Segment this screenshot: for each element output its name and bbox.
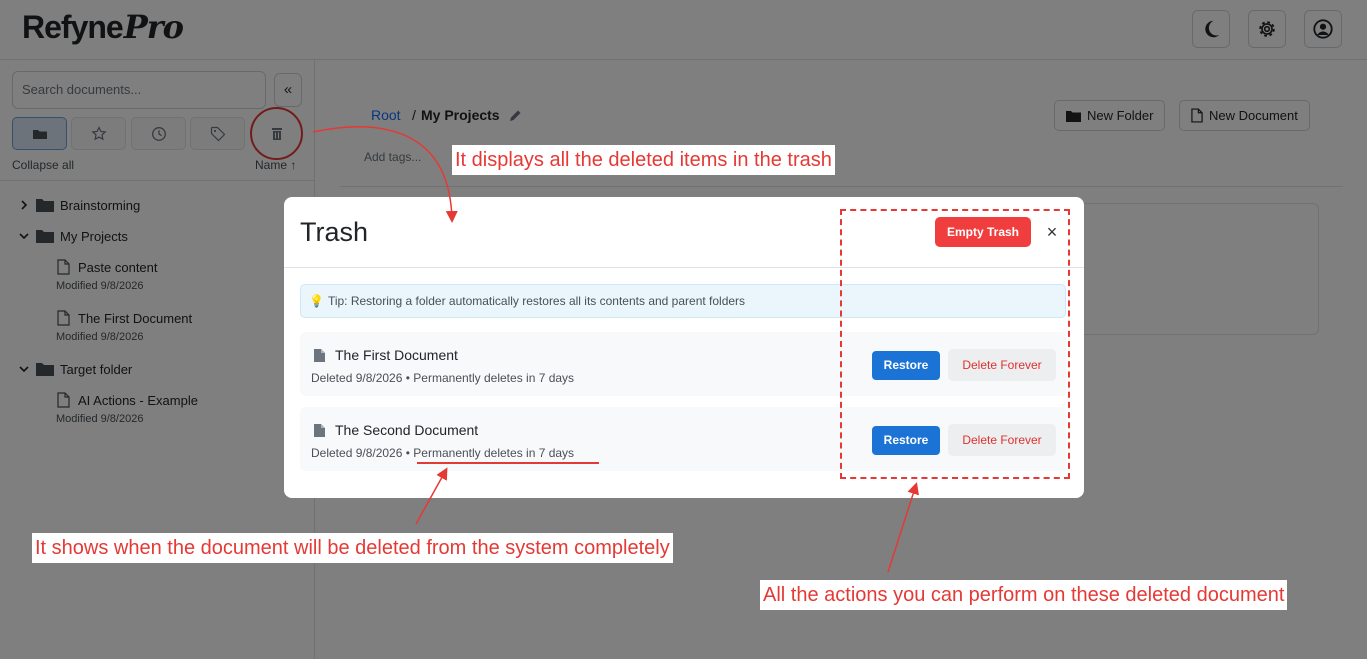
trash-callout: It displays all the deleted items in the… [452, 145, 835, 175]
lightbulb-icon: 💡 [309, 294, 324, 308]
retention-text: Permanently deletes in 7 days [413, 371, 575, 385]
deletion-callout: It shows when the document will be delet… [32, 533, 673, 563]
actions-callout: All the actions you can perform on these… [760, 580, 1288, 610]
app-window: RefynePro Search documents... « [0, 0, 1367, 659]
trash-item-meta: Deleted 9/8/2026 • Permanently deletes i… [311, 446, 574, 460]
document-icon [314, 424, 325, 437]
trash-item-title: The First Document [335, 347, 458, 363]
retention-underline [417, 462, 599, 464]
modal-title: Trash [300, 217, 369, 247]
deleted-date: Deleted 9/8/2026 [311, 446, 403, 460]
deleted-date: Deleted 9/8/2026 [311, 371, 403, 385]
retention-text: Permanently deletes in 7 days [413, 446, 575, 460]
trash-item-meta: Deleted 9/8/2026 • Permanently deletes i… [311, 371, 574, 385]
tip-text: Tip: Restoring a folder automatically re… [327, 294, 746, 308]
trash-item-title: The Second Document [335, 422, 479, 438]
meta-separator: • [405, 371, 410, 385]
meta-separator: • [405, 446, 410, 460]
actions-highlight-box [840, 209, 1070, 479]
document-icon [314, 349, 325, 362]
